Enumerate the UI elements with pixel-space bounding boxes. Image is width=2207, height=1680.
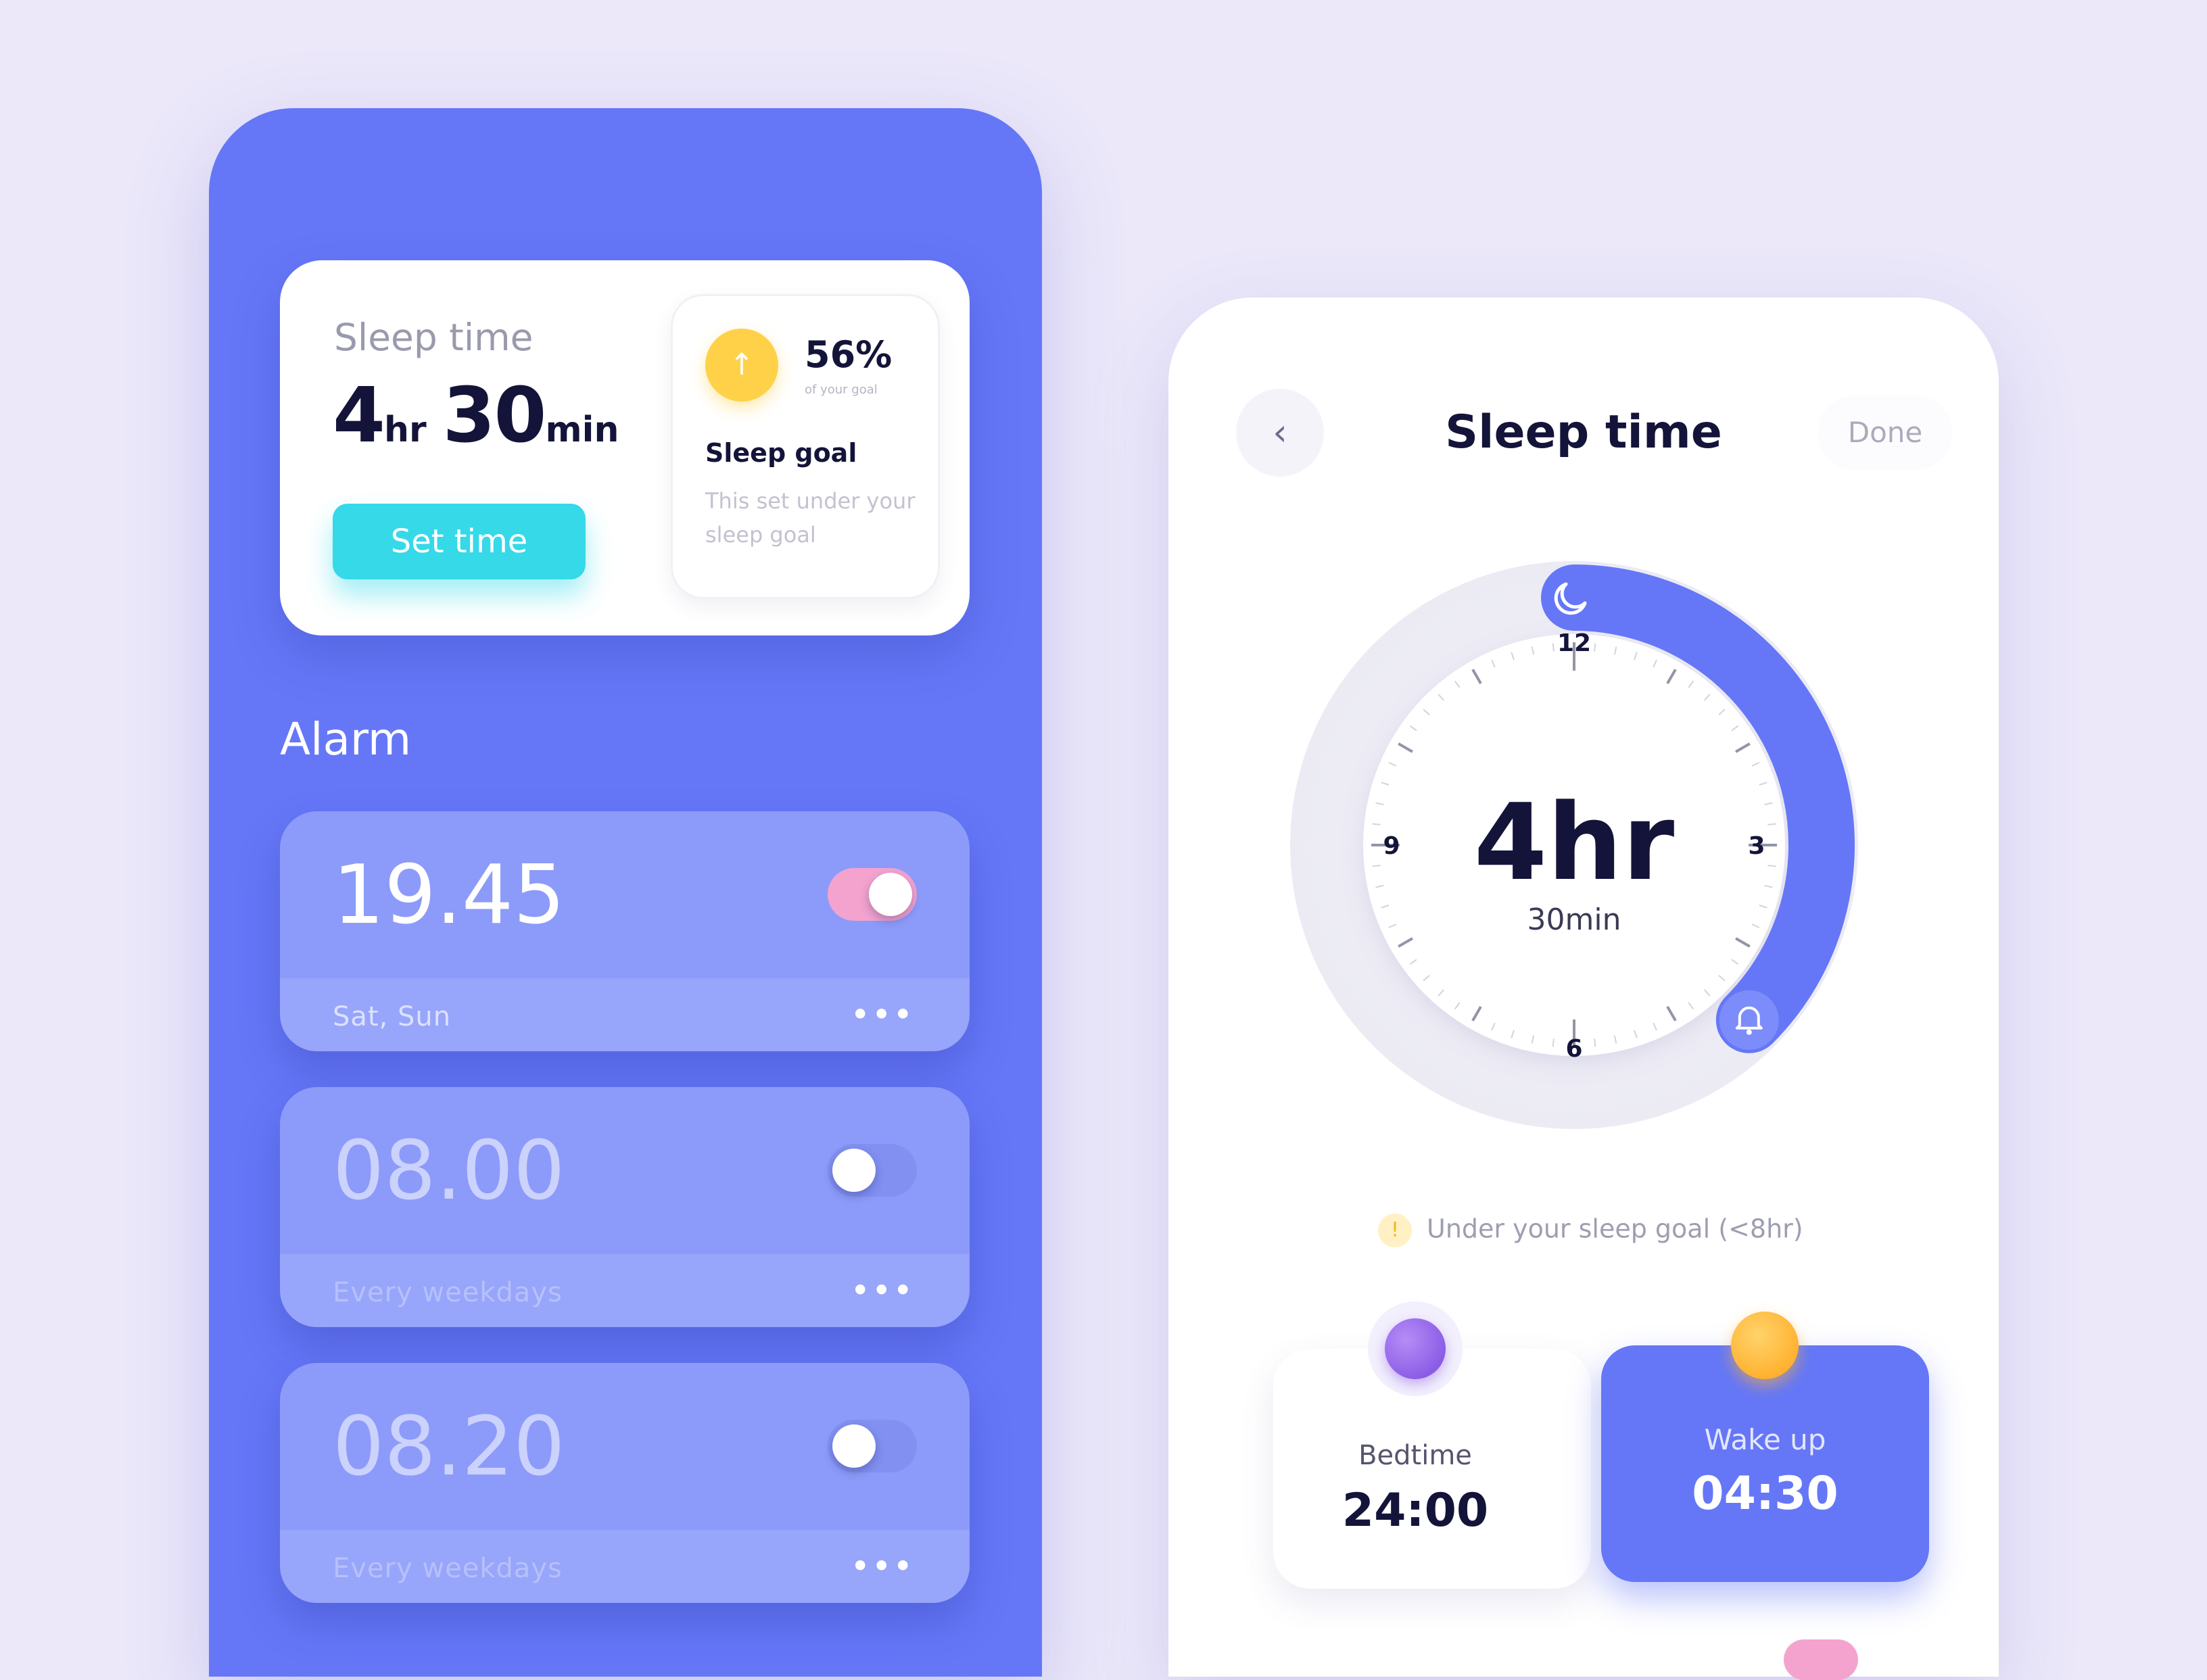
- wakeup-value: 04:30: [1692, 1467, 1838, 1520]
- bedtime-card[interactable]: Bedtime 24:00: [1273, 1301, 1591, 1589]
- sleep-hours-unit: hr: [383, 410, 427, 450]
- clock-tick: [1552, 1038, 1555, 1047]
- sleep-hours: 4: [333, 372, 385, 460]
- alarm-toggle[interactable]: [828, 1144, 917, 1197]
- dial-label-9: 9: [1383, 832, 1400, 860]
- dial-minutes: 30min: [1527, 903, 1621, 937]
- goal-percent-caption: of your goal: [805, 383, 878, 397]
- alarm-item[interactable]: 08.20 Every weekdays •••: [280, 1363, 970, 1603]
- alarm-screen: Sleep time 4hr 30min Set time ↑ 56% of yo…: [209, 108, 1042, 1677]
- alarm-days: Every weekdays: [333, 1277, 563, 1308]
- sleep-minutes-unit: min: [545, 410, 619, 450]
- goal-percent: 56%: [805, 333, 893, 376]
- sleep-duration: 4hr 30min: [333, 372, 636, 460]
- alarm-time: 08.20: [333, 1400, 565, 1494]
- set-time-button[interactable]: Set time: [333, 504, 586, 579]
- clock-tick: [1594, 1038, 1596, 1047]
- wakeup-card[interactable]: Wake up 04:30: [1601, 1312, 1929, 1582]
- alarm-item[interactable]: 19.45 Sat, Sun •••: [280, 811, 970, 1051]
- alarm-heading: Alarm: [280, 713, 412, 765]
- clock-tick: [1552, 643, 1555, 652]
- clock-tick: [1372, 823, 1381, 825]
- sleep-time-title: Sleep time: [334, 316, 533, 359]
- toggle-knob: [832, 1149, 876, 1192]
- alarm-days: Sat, Sun: [333, 1001, 452, 1032]
- warning-icon: !: [1378, 1214, 1412, 1247]
- sleep-goal-note-text: Under your sleep goal (<8hr): [1427, 1214, 1803, 1244]
- dial-label-12: 12: [1557, 629, 1591, 657]
- clock-tick: [1767, 865, 1776, 867]
- sleep-dial[interactable]: 12 3 6 9 4hr 30min: [1290, 561, 1858, 1129]
- toggle-knob: [869, 873, 912, 916]
- alarm-toggle[interactable]: [828, 868, 917, 921]
- bell-icon[interactable]: [1719, 990, 1779, 1050]
- sleep-goal-card[interactable]: ↑ 56% of your goal Sleep goal This set u…: [671, 294, 940, 599]
- toggle-knob: [832, 1424, 876, 1468]
- dial-label-6: 6: [1565, 1035, 1582, 1063]
- dial-hours: 4hr: [1474, 781, 1675, 904]
- sleep-goal-note: ! Under your sleep goal (<8hr): [1378, 1214, 1803, 1247]
- sleep-goal-description: This set under your sleep goal: [705, 488, 916, 548]
- bedtime-label: Bedtime: [1358, 1440, 1472, 1471]
- bedtime-value: 24:00: [1342, 1484, 1489, 1537]
- more-options-icon[interactable]: •••: [851, 1274, 914, 1307]
- sleep-minutes: 30: [442, 372, 547, 460]
- wakeup-label: Wake up: [1704, 1423, 1826, 1456]
- alarm-time: 19.45: [333, 848, 565, 942]
- done-button[interactable]: Done: [1818, 395, 1953, 470]
- more-options-icon[interactable]: •••: [851, 1550, 914, 1583]
- sleep-time-card[interactable]: Sleep time 4hr 30min Set time ↑ 56% of yo…: [280, 260, 970, 635]
- alarm-time: 08.00: [333, 1124, 565, 1218]
- clock-tick: [1594, 643, 1596, 652]
- sun-icon: [1731, 1312, 1799, 1379]
- alarm-days: Every weekdays: [333, 1553, 563, 1584]
- alarm-item[interactable]: 08.00 Every weekdays •••: [280, 1087, 970, 1327]
- dial-label-3: 3: [1748, 832, 1765, 860]
- moon-planet-icon: [1385, 1318, 1446, 1379]
- clock-tick: [1767, 823, 1776, 825]
- more-options-icon[interactable]: •••: [851, 998, 914, 1032]
- partial-toggle[interactable]: [1784, 1639, 1858, 1680]
- sleep-goal-title: Sleep goal: [705, 438, 857, 468]
- alarm-toggle[interactable]: [828, 1420, 917, 1472]
- sleep-time-screen: ‹ Sleep time Done 12 3 6 9 4hr 30min ! U…: [1168, 297, 1999, 1680]
- clock-tick: [1372, 865, 1381, 867]
- arrow-up-icon: ↑: [705, 329, 778, 402]
